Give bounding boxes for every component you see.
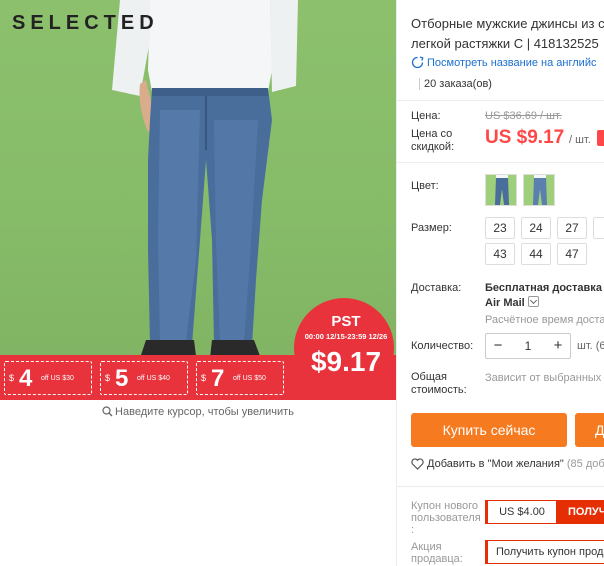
- total-value: Зависит от выбранных х: [485, 372, 604, 384]
- promo-currency: $: [201, 373, 207, 383]
- product-title-line: Отборные мужские джинсы из с: [411, 16, 604, 31]
- quantity-increase-button[interactable]: +: [546, 334, 570, 358]
- get-coupon-button[interactable]: ПОЛУЧ: [556, 501, 604, 523]
- seller-label-line: Акция: [411, 541, 442, 553]
- size-option[interactable]: 24: [521, 217, 551, 239]
- translate-link-text: Посмотреть название на английс: [427, 57, 597, 69]
- total-label-line: Общая: [411, 371, 447, 383]
- buy-now-button[interactable]: Купить сейчас: [411, 413, 567, 447]
- orders-count: 20 заказа(ов): [419, 78, 492, 90]
- size-label: Размер:: [411, 222, 452, 234]
- promo-price: $9.17: [310, 346, 382, 377]
- quantity-input[interactable]: 1: [510, 334, 546, 358]
- promo-condition: off US $40: [137, 375, 170, 382]
- add-to-wishlist-link[interactable]: Добавить в "Мои желания" (85 доб: [411, 458, 604, 470]
- size-option[interactable]: 47: [557, 243, 587, 265]
- price-label: Цена:: [411, 110, 441, 122]
- product-title-line: легкой растяжки С | 418132525: [411, 36, 599, 51]
- product-title: Отборные мужские джинсы из с легкой раст…: [411, 14, 604, 54]
- price-unit: / шт.: [569, 134, 591, 146]
- wishlist-text: Добавить в "Мои желания": [427, 458, 564, 470]
- coupon-label-line: пользователя: [411, 512, 481, 524]
- promo-amount: 7: [211, 365, 225, 392]
- promo-currency: $: [105, 373, 111, 383]
- shipping-info: Бесплатная доставка в: [485, 282, 604, 294]
- size-option[interactable]: 23: [485, 217, 515, 239]
- promo-coupon: $ 5 off US $40: [100, 361, 188, 395]
- discount-price-label-line: скидкой:: [411, 141, 455, 153]
- coupon-amount: US $4.00: [499, 506, 545, 518]
- zoom-hint-text: Наведите курсор, чтобы увеличить: [115, 406, 294, 418]
- divider: [397, 162, 604, 163]
- quantity-unit: шт. (6: [577, 340, 604, 352]
- discount-price: US $9.17: [485, 127, 565, 148]
- quantity-label: Количество:: [411, 340, 474, 352]
- color-swatch-thumbnail: [524, 175, 554, 205]
- promo-dates: 00:00 12/15-23:59 12/26: [304, 332, 388, 341]
- brand-logo: SELECTED: [12, 12, 159, 34]
- new-user-coupon: US $4.00 ПОЛУЧ: [485, 500, 604, 524]
- seller-label-line: продавца:: [411, 553, 463, 565]
- coupon-label-line: :: [411, 524, 415, 536]
- search-icon: [102, 406, 113, 417]
- discount-badge: [597, 130, 604, 146]
- delivery-time: Расчётное время доставк: [485, 314, 604, 326]
- quantity-decrease-button[interactable]: −: [486, 334, 510, 358]
- size-option[interactable]: 27: [557, 217, 587, 239]
- shipping-method: Air Mail: [485, 297, 525, 309]
- shipping-method-select[interactable]: Air Mail: [485, 296, 539, 309]
- zoom-hint: Наведите курсор, чтобы увеличить: [0, 406, 396, 418]
- promo-amount: 4: [19, 365, 33, 392]
- color-label: Цвет:: [411, 180, 439, 192]
- color-swatch[interactable]: [523, 174, 555, 206]
- color-swatch-thumbnail: [486, 175, 516, 205]
- original-price: US $36.69 / шт.: [485, 110, 562, 122]
- promo-coupon: $ 4 off US $30: [4, 361, 92, 395]
- product-page: SELECTED $ 4 off US $30 $ 5 off US $40 $…: [0, 0, 604, 566]
- translate-title-link[interactable]: Посмотреть название на английс: [411, 56, 596, 69]
- promo-amount: 5: [115, 365, 129, 392]
- promo-code: PST: [331, 313, 361, 330]
- product-info-panel: Отборные мужские джинсы из с легкой раст…: [396, 0, 604, 566]
- discount-price-label: Цена со скидкой:: [411, 128, 454, 154]
- promo-currency: $: [9, 373, 15, 383]
- shipping-label: Доставка:: [411, 282, 462, 294]
- add-to-cart-button[interactable]: Д: [575, 413, 604, 447]
- product-image[interactable]: SELECTED $ 4 off US $30 $ 5 off US $40 $…: [0, 0, 396, 400]
- translate-icon: [411, 56, 424, 69]
- get-seller-coupon-button[interactable]: Получить купон прода: [485, 540, 604, 564]
- divider: [397, 486, 604, 487]
- color-swatch[interactable]: [485, 174, 517, 206]
- discount-price-label-line: Цена со: [411, 128, 453, 140]
- heart-icon: [411, 458, 424, 470]
- chevron-down-icon: [527, 296, 539, 307]
- total-label: Общая стоимость:: [411, 371, 467, 397]
- promo-coupon: $ 7 off US $50: [196, 361, 284, 395]
- seller-promo-label: Акция продавца:: [411, 541, 463, 565]
- coupon-label-line: Купон нового: [411, 500, 479, 512]
- total-label-line: стоимость:: [411, 384, 467, 396]
- size-option[interactable]: 43: [485, 243, 515, 265]
- size-option-partial[interactable]: [593, 217, 604, 239]
- quantity-stepper: − 1 +: [485, 333, 571, 359]
- promo-condition: off US $30: [41, 375, 74, 382]
- wishlist-count: (85 доб: [566, 458, 604, 470]
- size-option[interactable]: 44: [521, 243, 551, 265]
- divider: [397, 100, 604, 101]
- new-user-coupon-label: Купон нового пользователя :: [411, 500, 481, 536]
- promo-condition: off US $50: [233, 375, 266, 382]
